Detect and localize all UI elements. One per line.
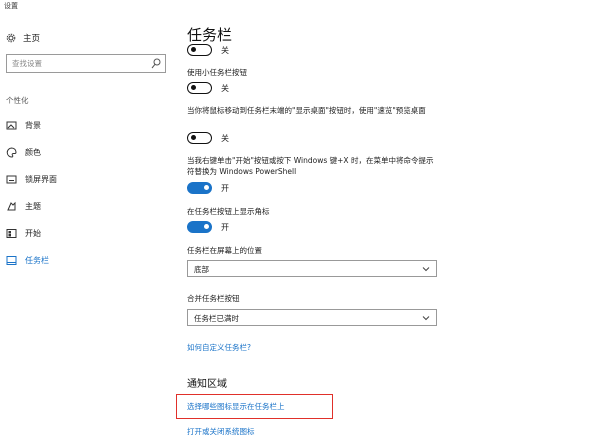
toggle-knob bbox=[190, 135, 196, 140]
small-taskbar-buttons-toggle[interactable] bbox=[187, 82, 212, 94]
setting-label: 使用小任务栏按钮 bbox=[187, 68, 247, 77]
sidebar-item-label: 颜色 bbox=[25, 148, 41, 157]
toggle-state-label: 关 bbox=[221, 83, 229, 93]
toggle-knob bbox=[190, 85, 196, 90]
palette-icon bbox=[6, 147, 17, 158]
toggle-knob bbox=[203, 224, 209, 229]
sidebar-home-label: 主页 bbox=[23, 34, 41, 44]
setting-toggle-row: 关 bbox=[187, 82, 229, 94]
main-panel: 任务栏 关 使用小任务栏按钮 关 当你将鼠标移动到任务栏末端的"显示桌面"按钮时… bbox=[187, 0, 587, 443]
sidebar-home[interactable]: 主页 bbox=[6, 31, 40, 45]
setting-toggle-row: 关 bbox=[187, 44, 229, 56]
toggle-state-label: 关 bbox=[221, 133, 229, 143]
search-input[interactable] bbox=[7, 55, 151, 72]
select-icons-link[interactable]: 选择哪些图标显示在任务栏上 bbox=[187, 401, 285, 412]
combine-buttons-label: 合并任务栏按钮 bbox=[187, 294, 240, 303]
start-icon bbox=[6, 228, 17, 239]
toggle-knob bbox=[190, 47, 196, 52]
sidebar-item-label: 开始 bbox=[25, 229, 41, 238]
notification-area-heading: 通知区域 bbox=[187, 379, 227, 390]
sidebar-item-background[interactable]: 背景 bbox=[0, 112, 172, 139]
sidebar-item-taskbar[interactable]: 任务栏 bbox=[0, 247, 172, 274]
setting-toggle-row: 开 bbox=[187, 221, 229, 233]
sidebar-item-label: 背景 bbox=[25, 121, 41, 130]
sidebar-item-label: 任务栏 bbox=[25, 256, 49, 265]
sidebar-section-label: 个性化 bbox=[6, 96, 29, 105]
theme-icon bbox=[6, 201, 17, 212]
lock-screen-icon bbox=[6, 174, 17, 185]
toggle-knob bbox=[203, 185, 209, 190]
setting-toggle-row: 开 bbox=[187, 182, 229, 194]
chevron-down-icon bbox=[422, 314, 430, 322]
taskbar-icon bbox=[6, 255, 17, 266]
setting-label: 在任务栏按钮上显示角标 bbox=[187, 207, 270, 216]
badges-toggle[interactable] bbox=[187, 221, 212, 233]
system-icons-link[interactable]: 打开或关闭系统图标 bbox=[187, 426, 255, 437]
sidebar-item-start[interactable]: 开始 bbox=[0, 220, 172, 247]
toggle-state-label: 开 bbox=[221, 183, 229, 193]
toggle-state-label: 关 bbox=[221, 45, 229, 55]
page-title: 任务栏 bbox=[187, 26, 233, 44]
peek-desktop-toggle[interactable] bbox=[187, 132, 212, 144]
sidebar-item-label: 主题 bbox=[25, 202, 41, 211]
taskbar-position-dropdown[interactable]: 底部 bbox=[187, 260, 437, 277]
search-icon[interactable] bbox=[151, 58, 161, 69]
toggle-switch[interactable] bbox=[187, 44, 212, 56]
sidebar-item-label: 锁屏界面 bbox=[25, 175, 57, 184]
setting-toggle-row: 关 bbox=[187, 132, 229, 144]
dropdown-value: 底部 bbox=[194, 265, 209, 274]
chevron-down-icon bbox=[422, 265, 430, 273]
toggle-state-label: 开 bbox=[221, 222, 229, 232]
search-box[interactable] bbox=[6, 54, 166, 73]
sidebar: 主页 个性化 背景 颜色 锁屏界面 bbox=[0, 0, 172, 443]
dropdown-value: 任务栏已满时 bbox=[194, 314, 239, 323]
sidebar-nav: 背景 颜色 锁屏界面 主题 开始 任务栏 bbox=[0, 112, 172, 274]
taskbar-position-label: 任务栏在屏幕上的位置 bbox=[187, 246, 262, 255]
customize-taskbar-link[interactable]: 如何自定义任务栏? bbox=[187, 342, 251, 353]
sidebar-item-lock-screen[interactable]: 锁屏界面 bbox=[0, 166, 172, 193]
combine-buttons-dropdown[interactable]: 任务栏已满时 bbox=[187, 309, 437, 326]
powershell-toggle[interactable] bbox=[187, 182, 212, 194]
sidebar-item-colors[interactable]: 颜色 bbox=[0, 139, 172, 166]
setting-label: 当我右键单击"开始"按钮或按下 Windows 键+X 时，在菜单中将命令提示符… bbox=[187, 156, 434, 176]
sidebar-item-themes[interactable]: 主题 bbox=[0, 193, 172, 220]
picture-icon bbox=[6, 120, 17, 131]
gear-icon bbox=[6, 33, 16, 43]
setting-label: 当你将鼠标移动到任务栏末端的"显示桌面"按钮时，使用"速览"预览桌面 bbox=[187, 106, 426, 115]
